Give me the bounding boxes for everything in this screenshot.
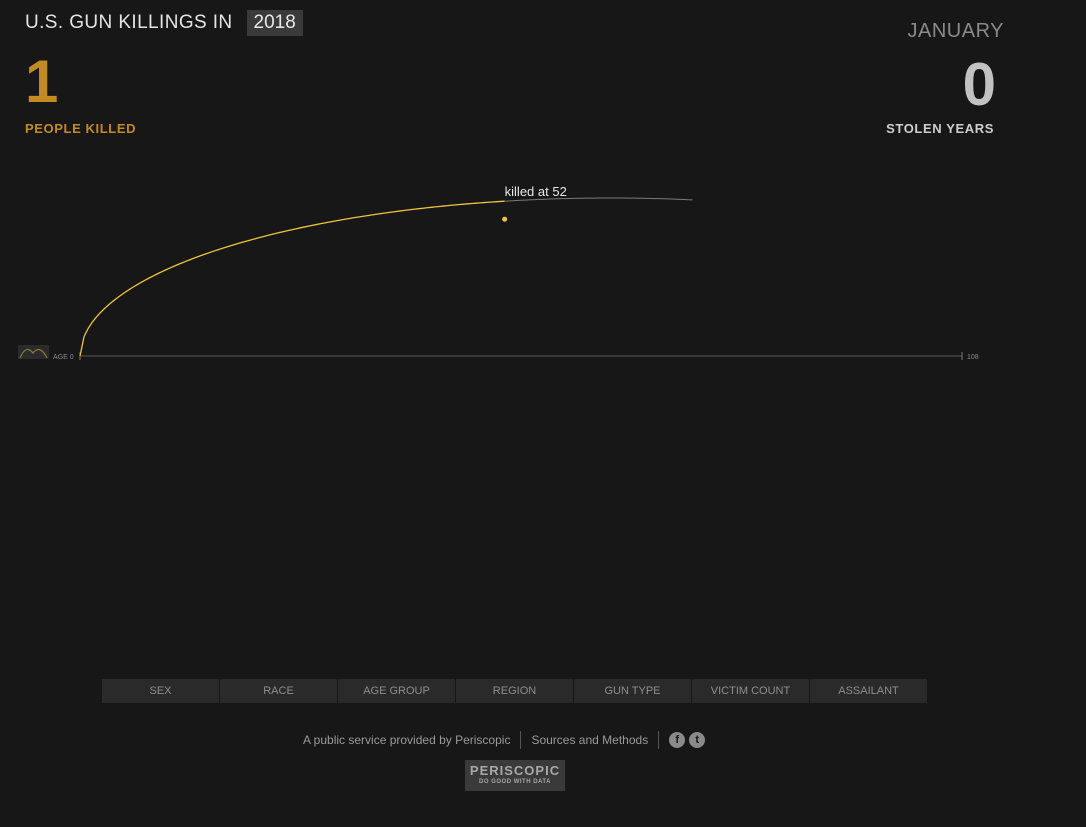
victim-label: killed at 52 — [505, 184, 567, 199]
year-selector[interactable]: 2018 — [246, 10, 303, 36]
victim-lived-arc — [79, 200, 505, 357]
tab-race[interactable]: RACE — [220, 679, 338, 703]
month-label: JANUARY — [907, 20, 1004, 42]
periscopic-link[interactable]: Periscopic — [455, 733, 510, 747]
tab-gun-type[interactable]: GUN TYPE — [574, 679, 692, 703]
footer-divider — [520, 731, 522, 749]
twitter-icon[interactable]: t — [689, 732, 706, 748]
service-text: A public service provided by — [303, 733, 452, 747]
tab-region[interactable]: REGION — [456, 679, 574, 703]
axis-min-label: AGE 0 — [53, 354, 74, 361]
tab-sex[interactable]: SEX — [102, 679, 220, 703]
logo-tagline: DO GOOD WITH DATA — [479, 779, 551, 785]
periscopic-logo[interactable]: PERISCOPIC DO GOOD WITH DATA — [465, 760, 565, 791]
mini-chart-icon[interactable] — [18, 345, 49, 359]
tab-victim-count[interactable]: VICTIM COUNT — [692, 679, 810, 703]
people-killed-label: PEOPLE KILLED — [25, 121, 137, 136]
tab-age-group[interactable]: AGE GROUP — [338, 679, 456, 703]
stolen-years-label: STOLEN YEARS — [886, 121, 994, 136]
life-arc-chart: AGE 0 108 killed at 52 — [18, 184, 979, 361]
stolen-years-count: 0 — [962, 51, 996, 118]
footer: A public service provided by Periscopic … — [303, 731, 706, 749]
axis-max-label: 108 — [967, 354, 979, 361]
tab-assailant[interactable]: ASSAILANT — [810, 679, 927, 703]
social-icons: f t — [669, 732, 706, 748]
sources-methods-link[interactable]: Sources and Methods — [531, 733, 648, 747]
page-title: U.S. GUN KILLINGS IN — [25, 12, 233, 33]
facebook-icon[interactable]: f — [669, 732, 686, 748]
title-row: U.S. GUN KILLINGS IN 2018 — [25, 10, 303, 36]
filter-tabs: SEX RACE AGE GROUP REGION GUN TYPE VICTI… — [102, 679, 927, 703]
people-killed-count: 1 — [25, 48, 59, 115]
footer-divider — [658, 731, 660, 749]
logo-wordmark: PERISCOPIC — [469, 763, 561, 778]
victim-falling-dot[interactable] — [502, 216, 508, 222]
